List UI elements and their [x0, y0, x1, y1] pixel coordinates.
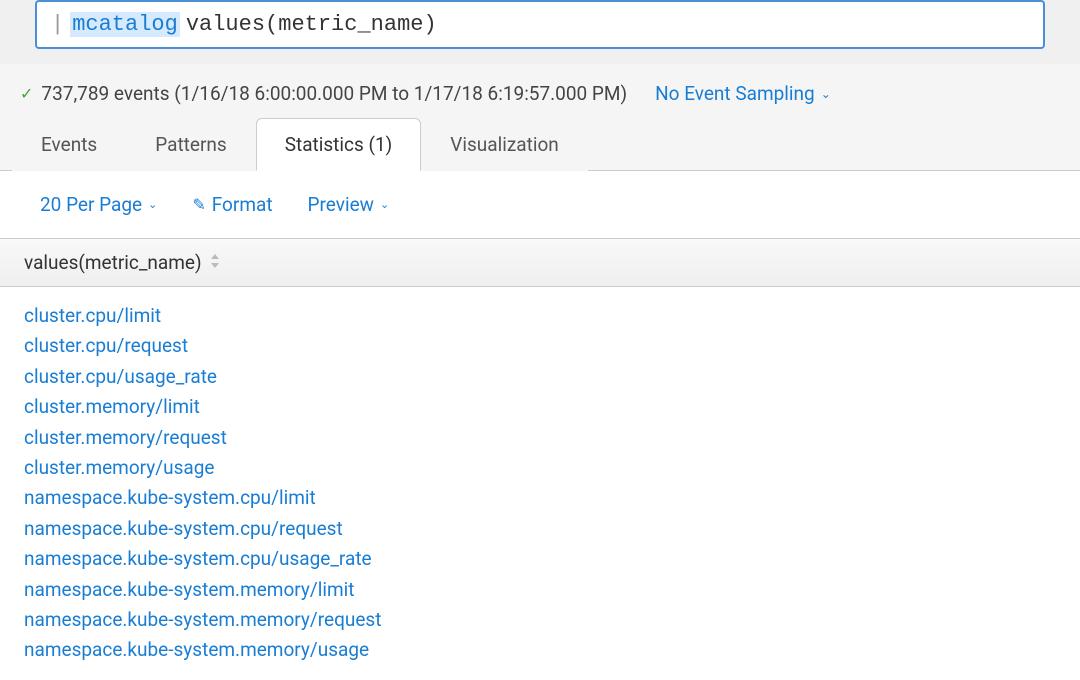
result-item[interactable]: namespace.kube-system.memory/limit: [24, 575, 1056, 605]
table-column-header[interactable]: values(metric_name): [0, 238, 1080, 287]
tab-patterns[interactable]: Patterns: [126, 118, 255, 171]
status-bar: ✓ 737,789 events (1/16/18 6:00:00.000 PM…: [0, 64, 1080, 117]
result-item[interactable]: namespace.kube-system.cpu/usage_rate: [24, 544, 1056, 574]
tab-events[interactable]: Events: [12, 118, 126, 171]
result-item[interactable]: cluster.cpu/usage_rate: [24, 362, 1056, 392]
sampling-label: No Event Sampling: [655, 82, 815, 105]
result-item[interactable]: cluster.memory/request: [24, 423, 1056, 453]
result-item[interactable]: namespace.kube-system.cpu/limit: [24, 483, 1056, 513]
search-keyword: mcatalog: [70, 12, 180, 37]
events-count-text: 737,789 events (1/16/18 6:00:00.000 PM t…: [41, 82, 627, 105]
tab-statistics[interactable]: Statistics (1): [256, 118, 422, 171]
result-item[interactable]: namespace.kube-system.cpu/request: [24, 514, 1056, 544]
tab-visualization[interactable]: Visualization: [421, 118, 588, 171]
check-icon: ✓: [20, 84, 33, 103]
result-item[interactable]: cluster.cpu/limit: [24, 301, 1056, 331]
format-button[interactable]: ✎ Format: [192, 193, 272, 216]
preview-label: Preview: [308, 193, 374, 216]
per-page-label: 20 Per Page: [40, 193, 142, 216]
search-bar-container: | mcatalog values(metric_name): [0, 0, 1080, 64]
results-toolbar: 20 Per Page ⌄ ✎ Format Preview ⌄: [0, 171, 1080, 238]
format-label: Format: [212, 193, 273, 216]
per-page-dropdown[interactable]: 20 Per Page ⌄: [40, 193, 157, 216]
search-rest: values(metric_name): [186, 12, 437, 37]
chevron-down-icon: ⌄: [380, 198, 389, 211]
results-tabs: Events Patterns Statistics (1) Visualiza…: [0, 117, 1080, 171]
chevron-down-icon: ⌄: [821, 87, 831, 101]
preview-dropdown[interactable]: Preview ⌄: [308, 193, 390, 216]
result-item[interactable]: cluster.cpu/request: [24, 331, 1056, 361]
result-item[interactable]: cluster.memory/usage: [24, 453, 1056, 483]
result-item[interactable]: namespace.kube-system.memory/request: [24, 605, 1056, 635]
search-input[interactable]: | mcatalog values(metric_name): [35, 0, 1045, 49]
column-header-label: values(metric_name): [24, 251, 202, 274]
result-item[interactable]: cluster.memory/limit: [24, 392, 1056, 422]
event-sampling-dropdown[interactable]: No Event Sampling ⌄: [655, 82, 831, 105]
chevron-down-icon: ⌄: [148, 198, 157, 211]
pencil-icon: ✎: [192, 195, 205, 214]
sort-icon: [210, 254, 220, 271]
results-list: cluster.cpu/limit cluster.cpu/request cl…: [0, 287, 1080, 680]
pipe-symbol: |: [51, 12, 64, 37]
result-item[interactable]: namespace.kube-system.memory/usage: [24, 635, 1056, 665]
